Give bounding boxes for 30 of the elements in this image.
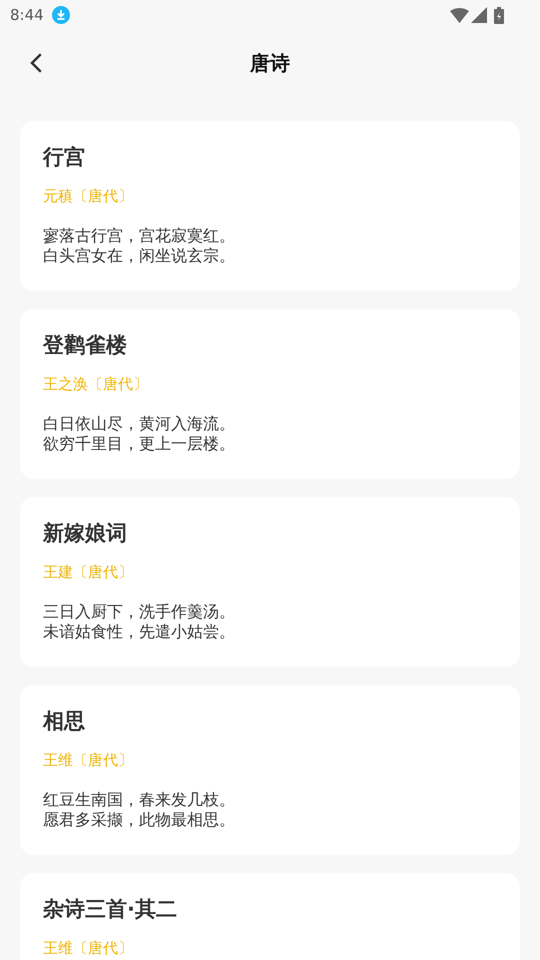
poem-line: 三日入厨下，洗手作羹汤。	[43, 602, 235, 622]
poem-line: 愿君多采撷，此物最相思。	[43, 810, 235, 830]
back-icon	[30, 53, 42, 73]
poem-title: 杂诗三首·其二	[43, 896, 177, 923]
poem-card[interactable]: 杂诗三首·其二 王维〔唐代〕	[20, 873, 520, 960]
poem-line: 未谙姑食性，先遣小姑尝。	[43, 622, 235, 642]
page-title: 唐诗	[250, 50, 290, 77]
poem-line: 白头宫女在，闲坐说玄宗。	[43, 246, 235, 266]
signal-icon	[471, 7, 487, 23]
poem-title: 相思	[43, 708, 85, 735]
poem-author: 元稹〔唐代〕	[43, 186, 133, 206]
poem-title: 行宫	[43, 144, 85, 171]
poem-card[interactable]: 行宫 元稹〔唐代〕 寥落古行宫，宫花寂寞红。 白头宫女在，闲坐说玄宗。	[20, 121, 520, 291]
poem-author: 王建〔唐代〕	[43, 562, 133, 582]
poem-title: 新嫁娘词	[43, 520, 127, 547]
poem-author: 王维〔唐代〕	[43, 750, 133, 770]
poem-card[interactable]: 相思 王维〔唐代〕 红豆生南国，春来发几枝。 愿君多采撷，此物最相思。	[20, 685, 520, 855]
wifi-icon	[450, 8, 469, 22]
poem-title: 登鹳雀楼	[43, 332, 127, 359]
poem-line: 红豆生南国，春来发几枝。	[43, 790, 235, 810]
poem-card[interactable]: 新嫁娘词 王建〔唐代〕 三日入厨下，洗手作羹汤。 未谙姑食性，先遣小姑尝。	[20, 497, 520, 667]
poem-card[interactable]: 登鹳雀楼 王之涣〔唐代〕 白日依山尽，黄河入海流。 欲穷千里目，更上一层楼。	[20, 309, 520, 479]
poem-line: 白日依山尽，黄河入海流。	[43, 414, 235, 434]
status-time: 8:44	[10, 4, 44, 26]
download-icon	[52, 6, 70, 24]
poem-line: 寥落古行宫，宫花寂寞红。	[43, 226, 235, 246]
battery-icon	[494, 6, 504, 24]
poem-author: 王之涣〔唐代〕	[43, 374, 148, 394]
poem-author: 王维〔唐代〕	[43, 938, 133, 958]
poem-line: 欲穷千里目，更上一层楼。	[43, 434, 235, 454]
